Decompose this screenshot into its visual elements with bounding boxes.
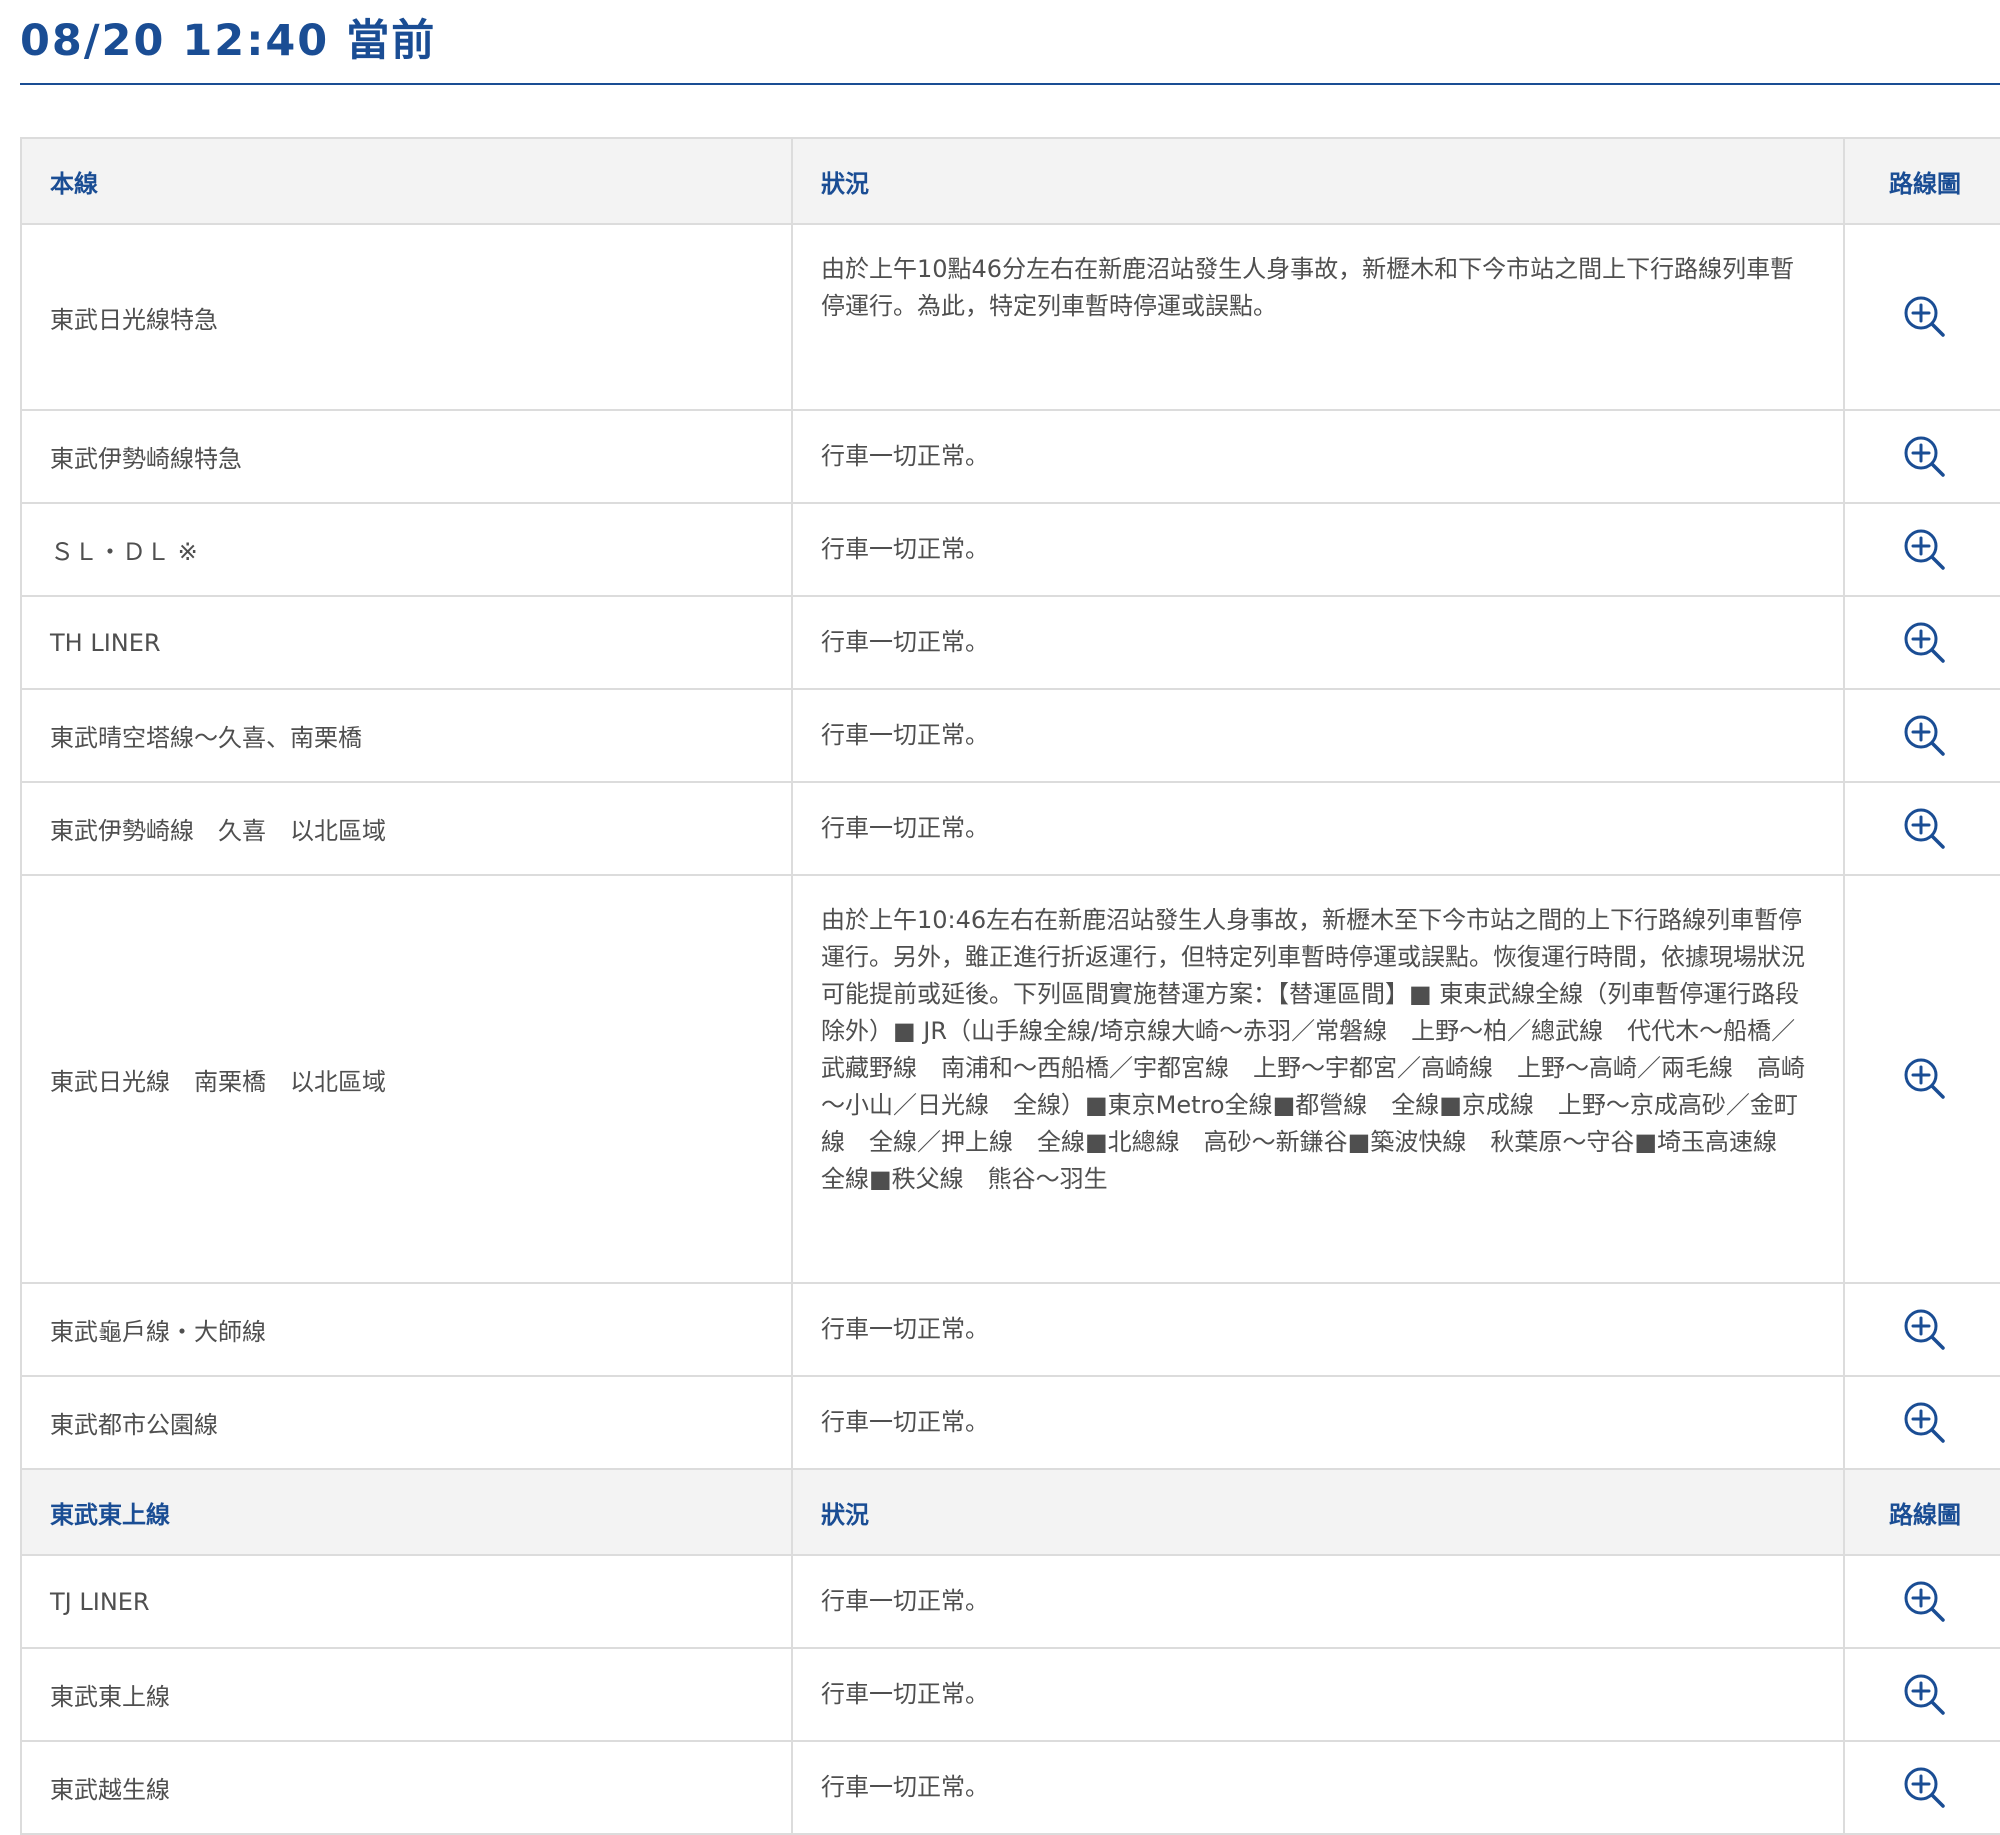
col-header-map: 路線圖	[1843, 137, 2000, 225]
zoom-in-icon[interactable]	[1901, 712, 1949, 760]
status-text: 行車一切正常。	[791, 688, 1845, 783]
zoom-in-icon[interactable]	[1901, 1671, 1949, 1719]
zoom-in-icon[interactable]	[1901, 1578, 1949, 1626]
status-text: 行車一切正常。	[791, 1740, 1845, 1835]
status-text: 行車一切正常。	[791, 595, 1845, 690]
table-row: 東武晴空塔線～久喜、南栗橋 行車一切正常。	[20, 688, 2000, 783]
map-cell	[1843, 1282, 2000, 1377]
line-name: 東武伊勢崎線 久喜 以北區域	[20, 781, 793, 876]
status-text: 由於上午10:46左右在新鹿沼站發生人身事故，新櫪木至下今市站之間的上下行路線列…	[791, 874, 1845, 1284]
map-cell	[1843, 1647, 2000, 1742]
page: 08/20 12:40 當前 本線 狀況 路線圖 東武日光線特急 由於上午10點…	[20, 0, 2000, 1835]
map-cell	[1843, 1740, 2000, 1835]
status-text: 行車一切正常。	[791, 1375, 1845, 1470]
map-cell	[1843, 1375, 2000, 1470]
zoom-in-icon[interactable]	[1901, 293, 1949, 341]
table-row: 東武龜戶線・大師線 行車一切正常。	[20, 1282, 2000, 1377]
map-cell	[1843, 595, 2000, 690]
col-header-map: 路線圖	[1843, 1468, 2000, 1556]
header-row-tojo: 東武東上線 狀況 路線圖	[20, 1468, 2000, 1556]
title-divider	[20, 83, 2000, 85]
line-name: 東武都市公園線	[20, 1375, 793, 1470]
map-cell	[1843, 223, 2000, 411]
status-text: 行車一切正常。	[791, 1282, 1845, 1377]
col-header-line: 東武東上線	[20, 1468, 793, 1556]
table-row: TJ LINER 行車一切正常。	[20, 1554, 2000, 1649]
line-name: 東武晴空塔線～久喜、南栗橋	[20, 688, 793, 783]
table-row: ＳＬ・ＤＬ ※ 行車一切正常。	[20, 502, 2000, 597]
line-name: 東武越生線	[20, 1740, 793, 1835]
map-cell	[1843, 409, 2000, 504]
table-row: 東武伊勢崎線特急 行車一切正常。	[20, 409, 2000, 504]
line-name: 東武東上線	[20, 1647, 793, 1742]
status-text: 行車一切正常。	[791, 1647, 1845, 1742]
table-row: 東武日光線特急 由於上午10點46分左右在新鹿沼站發生人身事故，新櫪木和下今市站…	[20, 223, 2000, 411]
line-name: 東武龜戶線・大師線	[20, 1282, 793, 1377]
line-name: ＳＬ・ＤＬ ※	[20, 502, 793, 597]
zoom-in-icon[interactable]	[1901, 433, 1949, 481]
table-row: 東武東上線 行車一切正常。	[20, 1647, 2000, 1742]
table-row: 東武日光線 南栗橋 以北區域 由於上午10:46左右在新鹿沼站發生人身事故，新櫪…	[20, 874, 2000, 1284]
status-text: 由於上午10點46分左右在新鹿沼站發生人身事故，新櫪木和下今市站之間上下行路線列…	[791, 223, 1845, 411]
map-cell	[1843, 688, 2000, 783]
zoom-in-icon[interactable]	[1901, 1306, 1949, 1354]
zoom-in-icon[interactable]	[1901, 526, 1949, 574]
line-name: 東武日光線 南栗橋 以北區域	[20, 874, 793, 1284]
line-name: TH LINER	[20, 595, 793, 690]
status-text: 行車一切正常。	[791, 502, 1845, 597]
map-cell	[1843, 1554, 2000, 1649]
zoom-in-icon[interactable]	[1901, 1055, 1949, 1103]
page-title: 08/20 12:40 當前	[20, 16, 437, 66]
status-text: 行車一切正常。	[791, 1554, 1845, 1649]
line-name: 東武日光線特急	[20, 223, 793, 411]
header-row-main: 本線 狀況 路線圖	[20, 137, 2000, 225]
map-cell	[1843, 874, 2000, 1284]
table-row: 東武都市公園線 行車一切正常。	[20, 1375, 2000, 1470]
table-row: 東武伊勢崎線 久喜 以北區域 行車一切正常。	[20, 781, 2000, 876]
line-name: TJ LINER	[20, 1554, 793, 1649]
col-header-status: 狀況	[791, 1468, 1845, 1556]
zoom-in-icon[interactable]	[1901, 619, 1949, 667]
zoom-in-icon[interactable]	[1901, 805, 1949, 853]
col-header-line: 本線	[20, 137, 793, 225]
map-cell	[1843, 502, 2000, 597]
line-name: 東武伊勢崎線特急	[20, 409, 793, 504]
col-header-status: 狀況	[791, 137, 1845, 225]
zoom-in-icon[interactable]	[1901, 1764, 1949, 1812]
zoom-in-icon[interactable]	[1901, 1399, 1949, 1447]
map-cell	[1843, 781, 2000, 876]
status-text: 行車一切正常。	[791, 409, 1845, 504]
operation-status-table: 本線 狀況 路線圖 東武日光線特急 由於上午10點46分左右在新鹿沼站發生人身事…	[20, 137, 2000, 1835]
status-text: 行車一切正常。	[791, 781, 1845, 876]
table-row: 東武越生線 行車一切正常。	[20, 1740, 2000, 1835]
table-row: TH LINER 行車一切正常。	[20, 595, 2000, 690]
